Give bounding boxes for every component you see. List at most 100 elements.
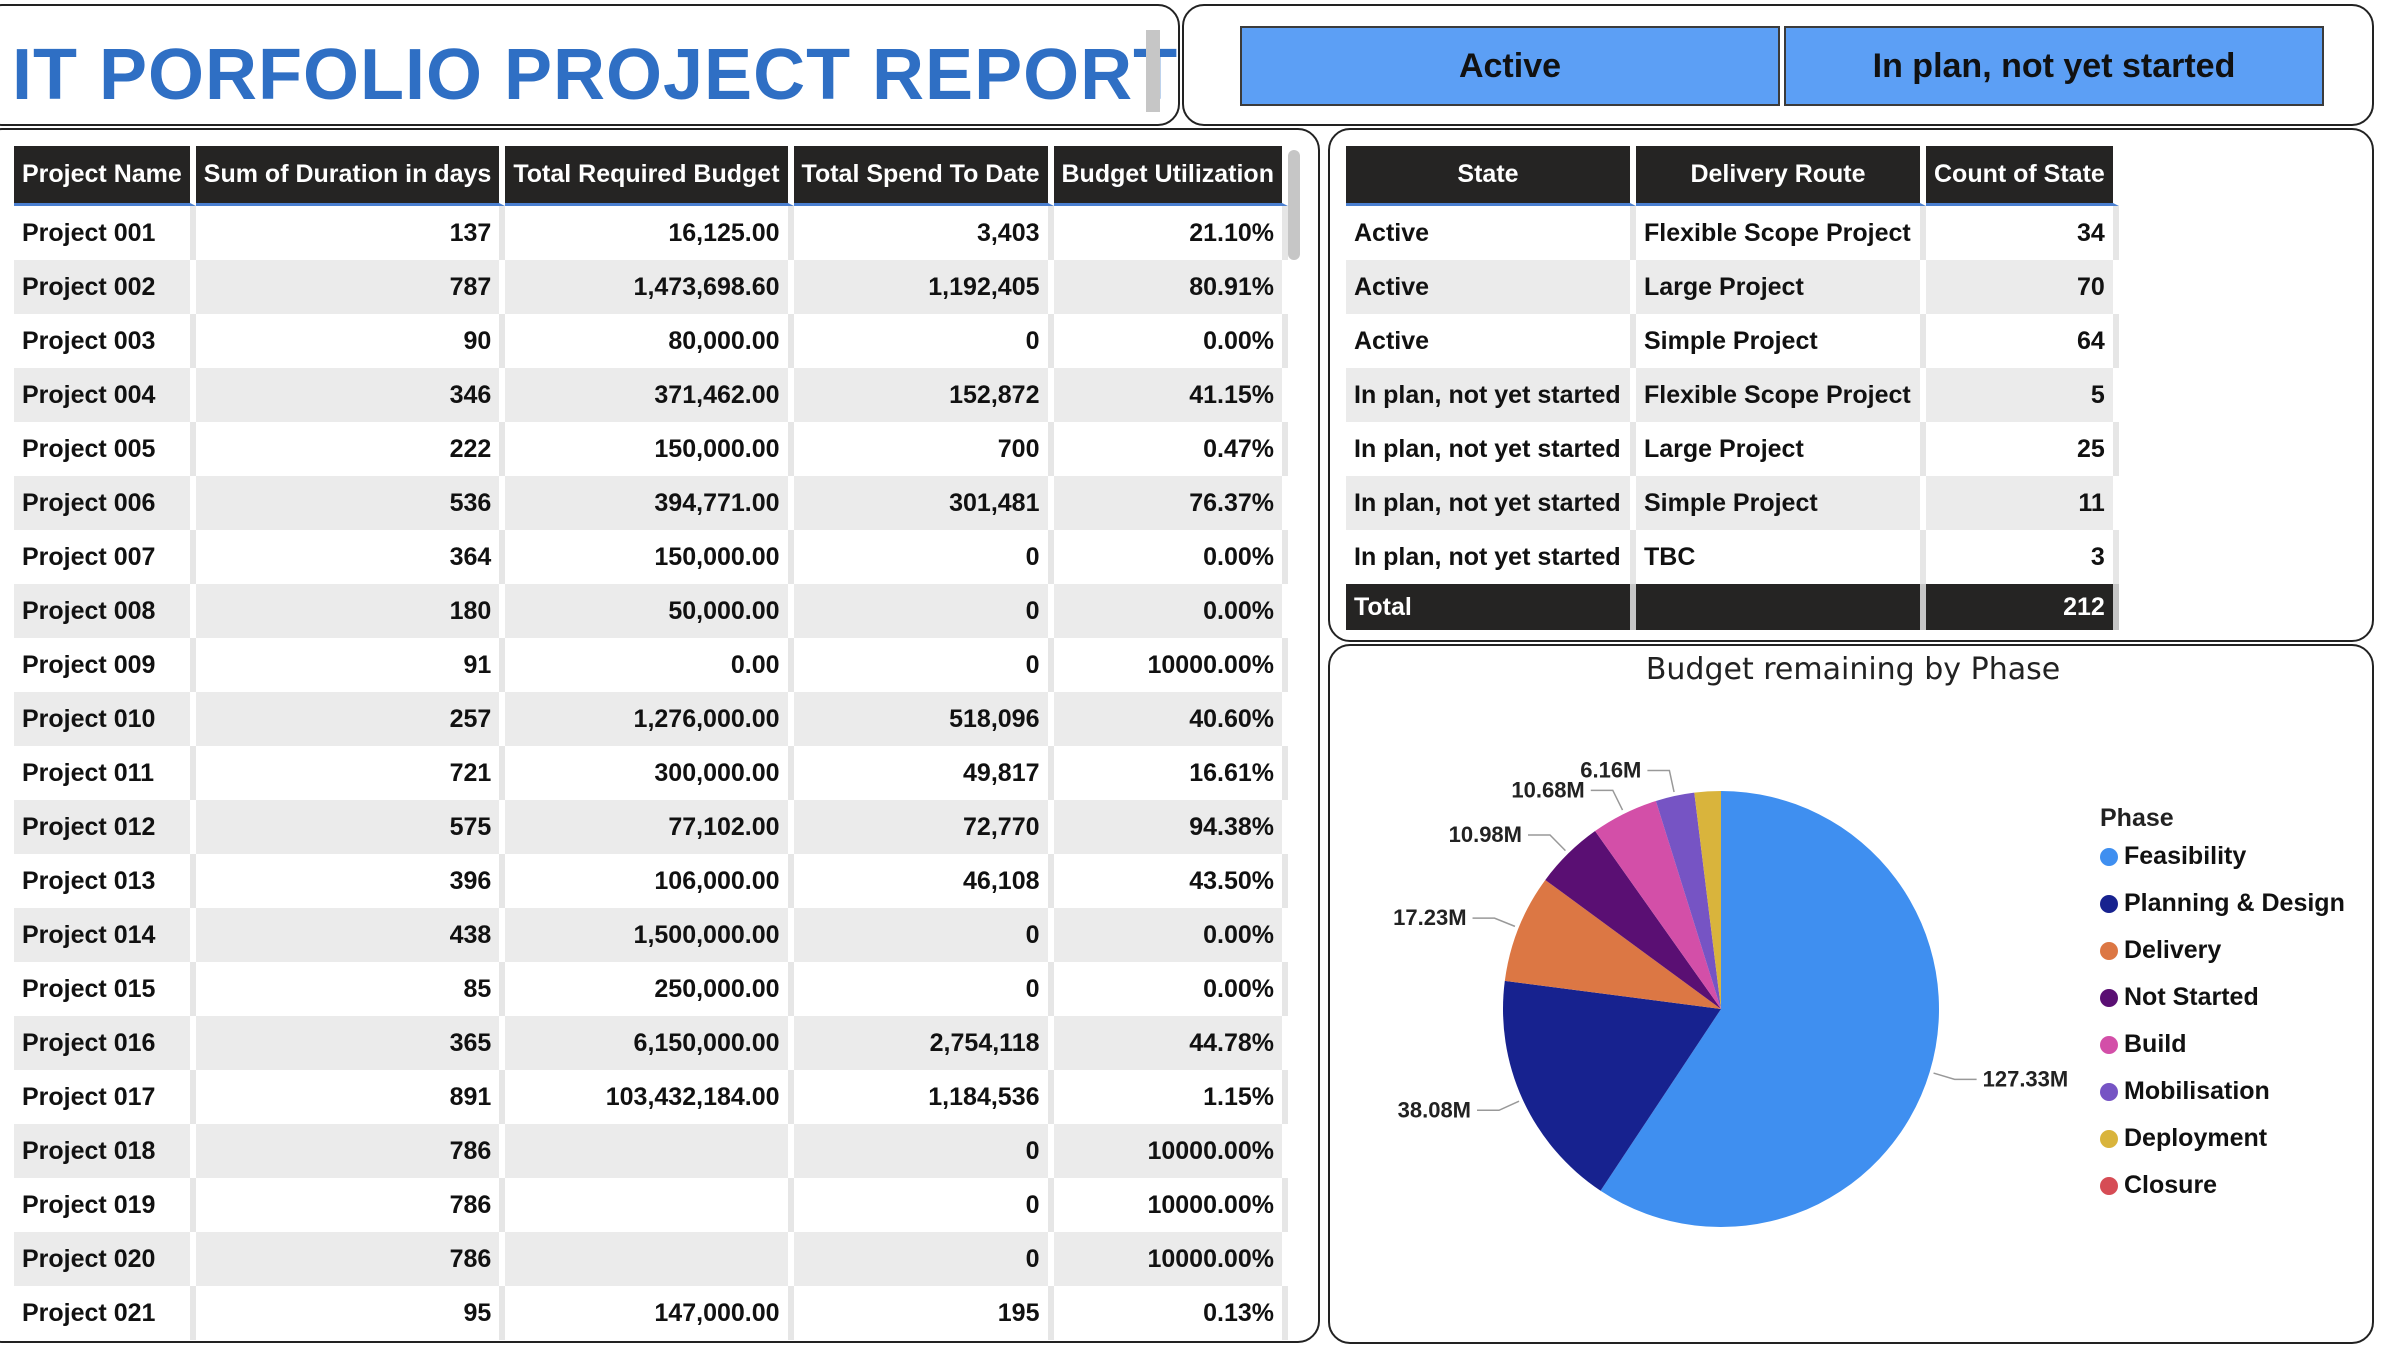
slicer-option-in-plan[interactable]: In plan, not yet started — [1784, 26, 2324, 106]
project-table-panel: Project Name Sum of Duration in days Total… — [0, 128, 1320, 1343]
table-row[interactable]: In plan, not yet started Simple Project 11 — [1346, 476, 2119, 530]
table-cell: Project 014 — [14, 908, 196, 962]
legend-marker — [2100, 1129, 2118, 1148]
table-cell: Large Project — [1636, 260, 1926, 314]
table-cell: Project 009 — [14, 638, 196, 692]
table-row[interactable]: In plan, not yet started TBC 3 — [1346, 530, 2119, 584]
table-cell: 0.00% — [1053, 962, 1288, 1016]
table-row[interactable]: Project 012 575 77,102.00 72,770 94.38% — [14, 800, 1288, 854]
table-cell: 396 — [195, 854, 506, 908]
table-row[interactable]: In plan, not yet started Flexible Scope P… — [1346, 368, 2119, 422]
legend-item[interactable]: Build — [2100, 1030, 2187, 1059]
table-cell: 1,473,698.60 — [505, 260, 794, 314]
table-row[interactable]: Active Large Project 70 — [1346, 260, 2119, 314]
table-cell: 91 — [195, 638, 506, 692]
total-cell — [1636, 584, 1926, 630]
column-header[interactable]: Total Required Budget — [505, 146, 794, 206]
table-cell: 394,771.00 — [505, 476, 794, 530]
table-cell: 1,192,405 — [793, 260, 1054, 314]
table-cell: 11 — [1926, 476, 2119, 530]
legend-label: Mobilisation — [2124, 1077, 2270, 1105]
pie-chart-panel: Budget remaining by Phase 127.33M 38.08M 1… — [1328, 644, 2374, 1344]
legend-item[interactable]: Mobilisation — [2100, 1077, 2270, 1106]
table-row[interactable]: Project 007 364 150,000.00 0 0.00% — [14, 530, 1288, 584]
table-row[interactable]: Project 014 438 1,500,000.00 0 0.00% — [14, 908, 1288, 962]
legend-label: Build — [2124, 1030, 2187, 1058]
table-row[interactable]: Project 016 365 6,150,000.00 2,754,118 44.78… — [14, 1016, 1288, 1070]
column-header[interactable]: Total Spend To Date — [793, 146, 1054, 206]
table-cell: 786 — [195, 1124, 506, 1178]
table-row[interactable]: Project 002 787 1,473,698.60 1,192,405 80.91… — [14, 260, 1288, 314]
table-row[interactable]: Project 013 396 106,000.00 46,108 43.50% — [14, 854, 1288, 908]
legend-marker — [2100, 1176, 2118, 1195]
legend-label: Closure — [2124, 1171, 2218, 1199]
table-cell: 371,462.00 — [505, 368, 794, 422]
table-cell: 257 — [195, 692, 506, 746]
table-row[interactable]: Project 018 786 0 10000.00% — [14, 1124, 1288, 1178]
column-header[interactable]: State — [1346, 146, 1636, 206]
table-cell: 41.15% — [1053, 368, 1288, 422]
column-header[interactable]: Project Name — [14, 146, 196, 206]
table-cell: 536 — [195, 476, 506, 530]
table-cell: 94.38% — [1053, 800, 1288, 854]
table-row[interactable]: Project 008 180 50,000.00 0 0.00% — [14, 584, 1288, 638]
column-header[interactable]: Count of State — [1926, 146, 2119, 206]
table-cell: 77,102.00 — [505, 800, 794, 854]
table-row[interactable]: Project 006 536 394,771.00 301,481 76.37% — [14, 476, 1288, 530]
leader-line — [1647, 769, 1675, 793]
table-row[interactable]: Project 005 222 150,000.00 700 0.47% — [14, 422, 1288, 476]
leader-line — [1528, 834, 1566, 852]
table-cell: 0.00 — [505, 638, 794, 692]
table-row[interactable]: Project 015 85 250,000.00 0 0.00% — [14, 962, 1288, 1016]
table-row[interactable]: Project 009 91 0.00 0 10000.00% — [14, 638, 1288, 692]
table-row[interactable]: Project 011 721 300,000.00 49,817 16.61% — [14, 746, 1288, 800]
data-label: 17.23M — [1393, 905, 1466, 930]
table-scrollbar[interactable] — [1288, 150, 1300, 260]
legend-item[interactable]: Planning & Design — [2100, 889, 2345, 918]
table-row[interactable]: Project 003 90 80,000.00 0 0.00% — [14, 314, 1288, 368]
table-cell: Project 002 — [14, 260, 196, 314]
column-header[interactable]: Budget Utilization — [1053, 146, 1288, 206]
table-row[interactable]: Project 004 346 371,462.00 152,872 41.15% — [14, 368, 1288, 422]
table-header-row: State Delivery Route Count of State — [1346, 146, 2119, 206]
table-cell: Project 020 — [14, 1232, 196, 1286]
table-cell: 40.60% — [1053, 692, 1288, 746]
legend-label: Deployment — [2124, 1124, 2268, 1152]
table-row[interactable]: Active Simple Project 64 — [1346, 314, 2119, 368]
table-cell — [505, 1124, 794, 1178]
table-cell: 0 — [793, 584, 1054, 638]
table-cell: 80,000.00 — [505, 314, 794, 368]
slicer-option-active[interactable]: Active — [1240, 26, 1780, 106]
table-row[interactable]: Project 010 257 1,276,000.00 518,096 40.60% — [14, 692, 1288, 746]
table-cell: Project 012 — [14, 800, 196, 854]
table-cell: 147,000.00 — [505, 1286, 794, 1340]
table-cell: 195 — [793, 1286, 1054, 1340]
table-cell: 21.10% — [1053, 206, 1288, 260]
table-cell: 346 — [195, 368, 506, 422]
table-row[interactable]: Project 019 786 0 10000.00% — [14, 1178, 1288, 1232]
legend-item[interactable]: Deployment — [2100, 1124, 2267, 1153]
table-row[interactable]: Active Flexible Scope Project 34 — [1346, 206, 2119, 260]
legend-item[interactable]: Delivery — [2100, 936, 2221, 965]
table-cell: 80.91% — [1053, 260, 1288, 314]
table-cell: 721 — [195, 746, 506, 800]
table-row[interactable]: Project 020 786 0 10000.00% — [14, 1232, 1288, 1286]
table-cell: Flexible Scope Project — [1636, 206, 1926, 260]
table-row[interactable]: In plan, not yet started Large Project 25 — [1346, 422, 2119, 476]
column-header[interactable]: Delivery Route — [1636, 146, 1926, 206]
legend-item[interactable]: Closure — [2100, 1171, 2217, 1200]
column-header[interactable]: Sum of Duration in days — [195, 146, 506, 206]
table-cell: Active — [1346, 260, 1636, 314]
table-cell: Project 008 — [14, 584, 196, 638]
table-row[interactable]: Project 017 891 103,432,184.00 1,184,536 1.1… — [14, 1070, 1288, 1124]
table-cell: 0 — [793, 1178, 1054, 1232]
table-cell: 0 — [793, 638, 1054, 692]
table-cell: 1.15% — [1053, 1070, 1288, 1124]
legend-item[interactable]: Feasibility — [2100, 842, 2246, 871]
table-row[interactable]: Project 001 137 16,125.00 3,403 21.10% — [14, 206, 1288, 260]
table-cell: Project 015 — [14, 962, 196, 1016]
state-table: State Delivery Route Count of State Active… — [1346, 146, 2119, 630]
title-scrollbar[interactable] — [1146, 30, 1160, 112]
legend-item[interactable]: Not Started — [2100, 983, 2259, 1012]
table-row[interactable]: Project 021 95 147,000.00 195 0.13% — [14, 1286, 1288, 1340]
